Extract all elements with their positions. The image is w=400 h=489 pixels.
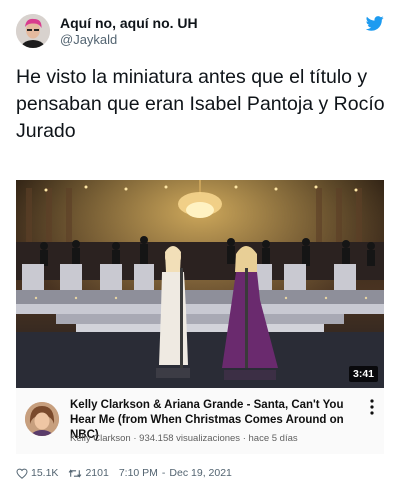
channel-name[interactable]: Kelly Clarkson (70, 433, 131, 444)
author-avatar[interactable] (16, 14, 50, 48)
like-count: 15.1K (31, 467, 59, 479)
tweet-time[interactable]: 7:10 PM (119, 467, 158, 479)
tweet-footer: 15.1K 2101 7:10 PM - Dec 19, 2021 (16, 465, 232, 481)
youtube-card[interactable]: 3:41 Kelly Clarkson & Ariana Grande - Sa… (16, 180, 384, 454)
author-handle[interactable]: @Jaykald (60, 32, 198, 48)
video-subtitle: Kelly Clarkson · 934.158 visualizaciones… (70, 433, 298, 444)
time-separator: - (161, 467, 166, 479)
tweet-date[interactable]: Dec 19, 2021 (169, 467, 231, 479)
retweet-icon (69, 468, 82, 478)
video-thumbnail[interactable]: 3:41 (16, 180, 384, 388)
video-duration: 3:41 (348, 366, 378, 382)
heart-icon (16, 468, 28, 479)
retweet-count: 2101 (85, 467, 109, 479)
view-count: 934.158 visualizaciones (139, 433, 241, 444)
tweet-text: He visto la miniatura antes que el títul… (16, 66, 385, 142)
tweet-header: Aquí no, aquí no. UH @Jaykald (16, 14, 384, 50)
upload-age: hace 5 días (248, 433, 298, 444)
video-info: Kelly Clarkson & Ariana Grande - Santa, … (16, 388, 384, 454)
like-action[interactable]: 15.1K (16, 467, 58, 479)
channel-avatar[interactable] (25, 402, 59, 436)
twitter-bird-icon[interactable] (366, 16, 384, 31)
more-vertical-icon[interactable] (366, 398, 378, 416)
author-display-name[interactable]: Aquí no, aquí no. UH (60, 15, 198, 32)
retweet-action[interactable]: 2101 (68, 467, 109, 479)
